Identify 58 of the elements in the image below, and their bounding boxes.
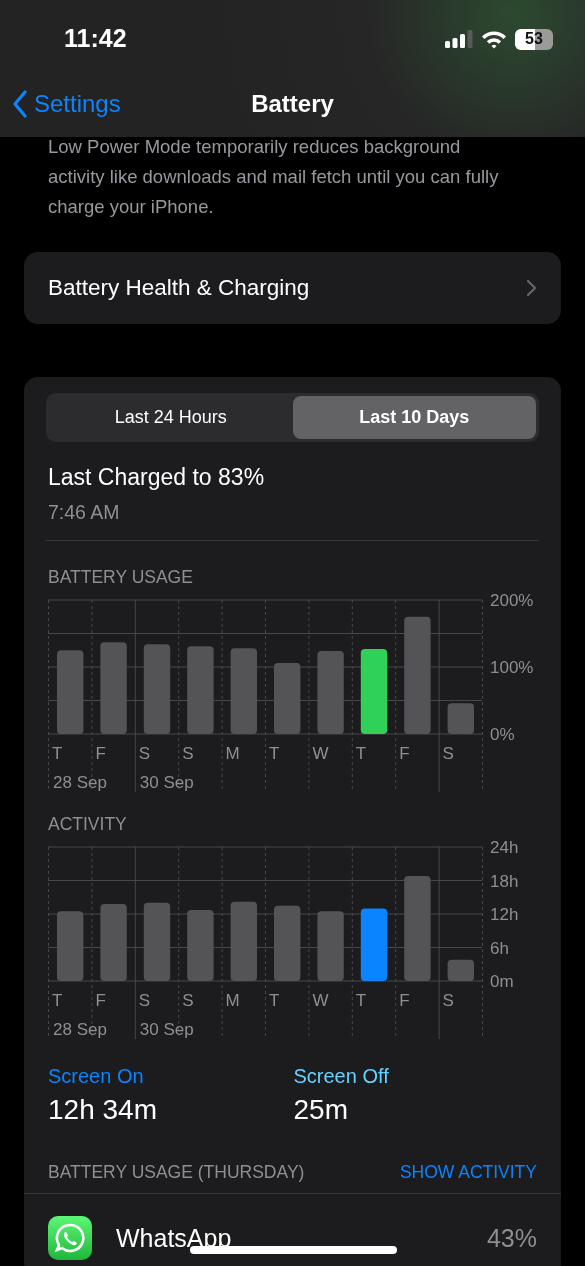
day-label: M <box>225 744 240 763</box>
chart-title: BATTERY USAGE <box>47 567 194 588</box>
app-usage-percent: 43% <box>486 1223 537 1253</box>
day-label: T <box>52 991 63 1010</box>
chat-app-icon <box>48 1216 92 1260</box>
stat-value: 25m <box>293 1094 349 1126</box>
date-label: 30 Sep <box>139 773 194 792</box>
day-label: S <box>138 744 151 763</box>
section-header: BATTERY USAGE (THURSDAY) <box>48 1162 305 1183</box>
signal-icon <box>445 30 473 48</box>
range-tab[interactable]: Last 10 Days <box>292 396 536 439</box>
day-label: T <box>269 744 280 763</box>
day-label: F <box>95 744 106 763</box>
chevron-right-icon <box>526 279 537 297</box>
date-label: 28 Sep <box>53 773 107 792</box>
battery-health-row[interactable]: Battery Health & Charging <box>24 252 561 324</box>
day-label: T <box>269 991 280 1010</box>
day-label: S <box>442 991 454 1010</box>
day-label: S <box>182 991 194 1010</box>
page-title: Battery <box>251 90 334 117</box>
stat-value: 12h 34m <box>48 1094 158 1126</box>
chevron-left-icon <box>12 90 28 118</box>
day-label: T <box>355 744 367 763</box>
y-tick-label: 12h <box>490 905 519 924</box>
day-label: W <box>312 744 329 763</box>
range-tab[interactable]: Last 24 Hours <box>49 396 293 439</box>
y-tick-label: 0% <box>490 725 515 744</box>
date-label: 28 Sep <box>53 1020 107 1039</box>
day-label: S <box>182 744 194 763</box>
battery-indicator: 53 <box>515 28 553 50</box>
stat-label: Screen Off <box>293 1065 390 1088</box>
last-charged-time: 7:46 AM <box>47 501 121 524</box>
y-tick-label: 6h <box>490 938 509 958</box>
date-label: 30 Sep <box>139 1020 194 1039</box>
day-label: S <box>138 991 151 1010</box>
chart-title: ACTIVITY <box>47 814 128 835</box>
y-tick-label: 0m <box>490 972 514 991</box>
show-activity-link[interactable]: SHOW ACTIVITY <box>399 1162 537 1183</box>
day-label: M <box>225 991 240 1010</box>
day-label: T <box>355 991 367 1010</box>
day-label: F <box>399 991 410 1010</box>
day-label: W <box>312 991 329 1010</box>
day-label: T <box>52 744 63 763</box>
stat-label: Screen On <box>48 1065 145 1088</box>
y-tick-label: 200% <box>490 592 534 610</box>
wifi-icon <box>481 29 507 49</box>
y-tick-label: 24h <box>490 839 519 857</box>
day-label: F <box>95 991 106 1010</box>
day-label: S <box>442 744 454 763</box>
y-tick-label: 18h <box>490 871 519 891</box>
status-time: 11:42 <box>64 23 127 53</box>
row-label: Battery Health & Charging <box>48 275 310 301</box>
low-power-note: Low Power Mode temporarily reduces background activity like downloads and mail fetch until you can fully charge your iPhone. <box>47 135 500 219</box>
last-charged-title: Last Charged to 83% <box>47 464 266 491</box>
back-button[interactable]: Settings <box>12 90 121 118</box>
day-label: F <box>399 744 410 763</box>
app-name: WhatsApp <box>116 1223 232 1253</box>
y-tick-label: 100% <box>490 658 534 677</box>
